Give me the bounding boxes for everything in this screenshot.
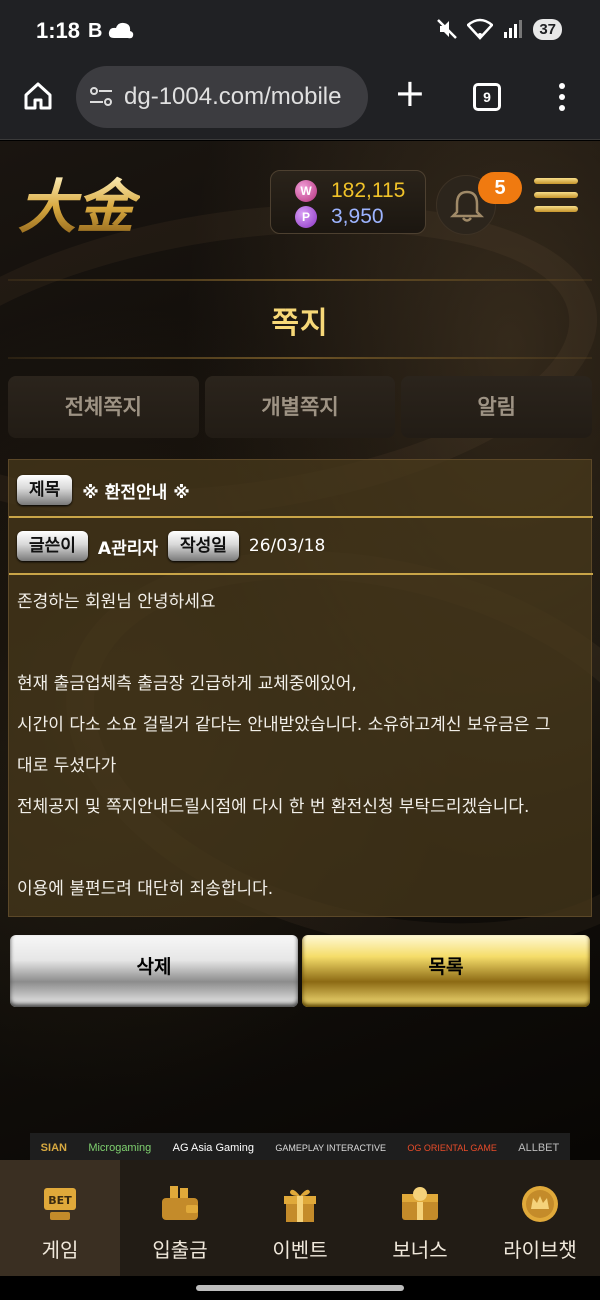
- provider-logo: ALLBET: [518, 1142, 560, 1154]
- message-tabs: 전체쪽지 개별쪽지 알림: [8, 376, 593, 440]
- point-balance: 3,950: [331, 205, 384, 228]
- tab-notifications[interactable]: 알림: [401, 376, 593, 438]
- nav-label: 이벤트: [272, 1238, 328, 1262]
- wallet-icon: [162, 1186, 198, 1220]
- hamburger-menu-icon[interactable]: [534, 178, 578, 220]
- nav-event[interactable]: 이벤트: [240, 1160, 360, 1276]
- subject-label: 제목: [17, 475, 73, 505]
- divider: [9, 516, 593, 518]
- divider: [8, 279, 592, 281]
- signal-icon: [504, 20, 523, 38]
- svg-text:BET: BET: [48, 1194, 72, 1207]
- author-label: 글쓴이: [17, 531, 88, 561]
- tab-individual-messages[interactable]: 개별쪽지: [204, 376, 396, 438]
- wifi-icon: [467, 18, 494, 40]
- bottom-navigation: BET 게임 입출금 이벤트 보너스 라이브챗: [0, 1160, 600, 1276]
- divider: [8, 357, 592, 359]
- site-logo[interactable]: 大金: [14, 171, 140, 241]
- provider-logo: GAMEPLAY INTERACTIVE: [275, 1143, 387, 1153]
- meta-row: 글쓴이 A관리자 작성일 26/03/18: [9, 526, 593, 566]
- home-icon[interactable]: [22, 80, 54, 112]
- game-provider-strip: SIAN Microgaming AG Asia Gaming GAMEPLAY…: [30, 1133, 570, 1161]
- gift-icon: [284, 1189, 316, 1222]
- nav-label: 게임: [41, 1238, 79, 1262]
- message-detail: 제목 ※ 환전안내 ※ 글쓴이 A관리자 작성일 26/03/18 존경하는 회…: [8, 459, 593, 917]
- nav-label: 입출금: [152, 1238, 208, 1262]
- battery-indicator: 37: [533, 18, 562, 40]
- gesture-area: [0, 1276, 600, 1300]
- mute-icon: [437, 19, 458, 39]
- browser-toolbar: dg-1004.com/mobile + 9: [0, 62, 600, 140]
- nav-live-chat[interactable]: 라이브챗: [480, 1160, 600, 1276]
- balance-panel: W 182,115 P 3,950: [270, 170, 426, 234]
- page-title: 쪽지: [271, 306, 329, 341]
- status-time: 1:18: [36, 18, 81, 43]
- nav-label: 보너스: [392, 1238, 448, 1262]
- bonus-box-icon: [402, 1187, 438, 1220]
- message-line: 현재 출금업체측 출금장 긴급하게 교체중에있어,: [17, 674, 357, 694]
- svg-text:大金: 大金: [18, 173, 140, 241]
- gesture-handle[interactable]: [196, 1285, 404, 1291]
- message-line: 이용에 불편드려 대단히 죄송합니다.: [17, 879, 274, 899]
- divider: [9, 573, 593, 575]
- message-line: 전체공지 및 쪽지안내드릴시점에 다시 한 번 환전신청 부탁드리겠습니다.: [17, 797, 530, 817]
- delete-button[interactable]: 삭제: [10, 935, 298, 1007]
- nav-label: 라이브챗: [503, 1238, 577, 1262]
- site-content: 大金 W 182,115 P 3,950 5 쪽지 전체쪽지 개별쪽지 알림 제…: [0, 141, 600, 1161]
- site-settings-icon[interactable]: [88, 84, 114, 110]
- crown-chat-icon: [522, 1186, 558, 1222]
- message-line: 대로 두셨다가: [17, 756, 117, 776]
- browser-menu-button[interactable]: [552, 80, 572, 114]
- new-tab-button[interactable]: +: [394, 74, 426, 112]
- cloud-icon: [109, 22, 134, 39]
- message-body: 존경하는 회원님 안녕하세요 현재 출금업체측 출금장 긴급하게 교체중에있어,…: [17, 588, 587, 916]
- notification-count-badge: 5: [478, 172, 522, 204]
- url-text[interactable]: dg-1004.com/mobile: [124, 83, 360, 111]
- message-line: 존경하는 회원님 안녕하세요: [17, 592, 216, 612]
- message-date: 26/03/18: [248, 536, 326, 556]
- nav-bonus[interactable]: 보너스: [360, 1160, 480, 1276]
- provider-logo: AG Asia Gaming: [172, 1142, 254, 1154]
- list-button[interactable]: 목록: [302, 935, 590, 1007]
- cash-balance: 182,115: [331, 179, 406, 202]
- subject-row: 제목 ※ 환전안내 ※: [9, 470, 593, 510]
- nav-game[interactable]: BET 게임: [0, 1160, 120, 1276]
- point-coin-icon: P: [295, 206, 317, 228]
- message-author: A관리자: [97, 538, 158, 559]
- b-icon: B: [88, 20, 103, 42]
- status-bar: 1:18 B 37: [0, 0, 600, 62]
- date-label: 작성일: [168, 531, 239, 561]
- bet-icon: BET: [44, 1188, 76, 1220]
- message-line: [17, 629, 587, 670]
- won-coin-icon: W: [295, 180, 317, 202]
- provider-logo: OG ORIENTAL GAME: [407, 1143, 497, 1153]
- tab-all-messages[interactable]: 전체쪽지: [8, 376, 199, 438]
- provider-logo: SIAN: [40, 1142, 67, 1154]
- message-line: [17, 834, 587, 875]
- message-line: 시간이 다소 소요 걸릴거 같다는 안내받았습니다. 소유하고계신 보유금은 그: [17, 715, 551, 735]
- message-subject: ※ 환전안내 ※: [82, 482, 190, 503]
- address-bar[interactable]: dg-1004.com/mobile: [76, 66, 368, 128]
- provider-logo: Microgaming: [88, 1142, 152, 1154]
- nav-deposit-withdraw[interactable]: 입출금: [120, 1160, 240, 1276]
- tab-switcher-button[interactable]: 9: [473, 83, 501, 111]
